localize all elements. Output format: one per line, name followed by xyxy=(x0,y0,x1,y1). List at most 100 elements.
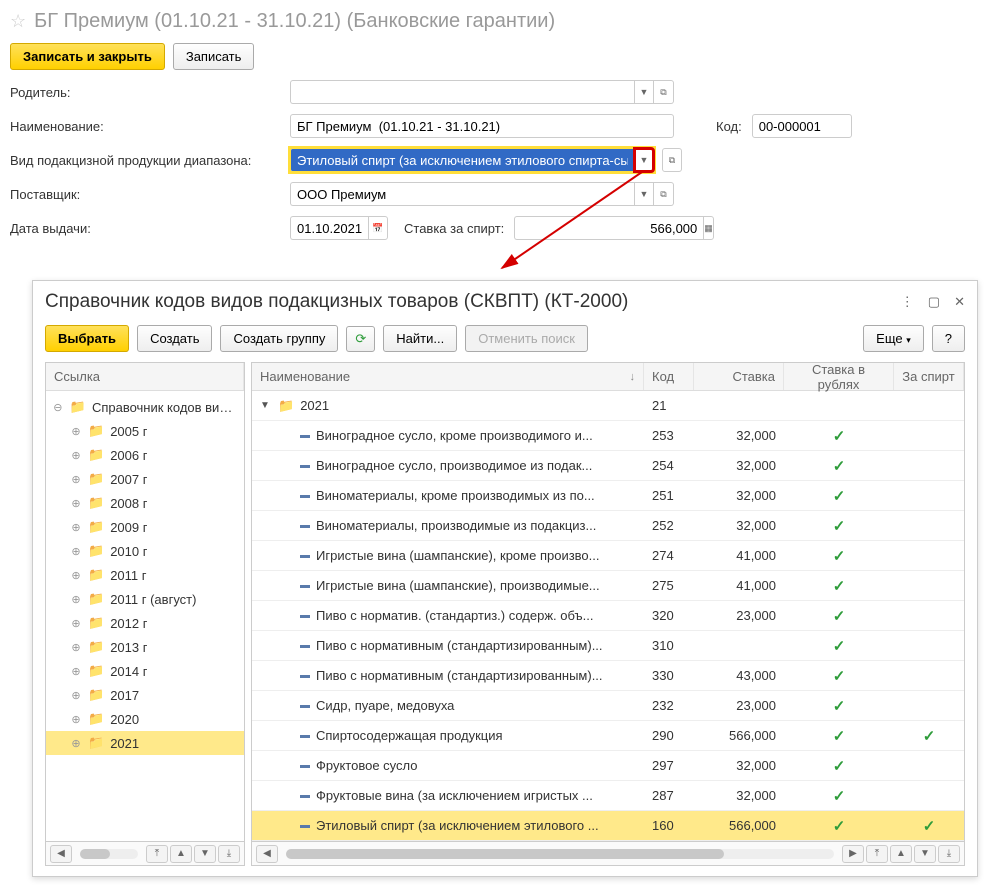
scroll-left-icon[interactable]: ◀ xyxy=(50,845,72,863)
tree-item-year[interactable]: ⊕📁2014 г xyxy=(46,659,244,683)
col-link[interactable]: Ссылка xyxy=(46,363,244,390)
tree-item-year[interactable]: ⊕📁2017 xyxy=(46,683,244,707)
nav-up-icon[interactable]: ▲ xyxy=(890,845,912,863)
check-icon: ✓ xyxy=(833,487,846,505)
expand-icon[interactable]: ⊕ xyxy=(70,497,82,510)
tree-item-year[interactable]: ⊕📁2021 xyxy=(46,731,244,755)
cancel-search-button: Отменить поиск xyxy=(465,325,588,352)
col-code[interactable]: Код xyxy=(644,363,694,390)
help-button[interactable]: ? xyxy=(932,325,965,352)
calc-icon[interactable]: ▦ xyxy=(703,216,714,240)
refresh-icon[interactable]: ⟳ xyxy=(346,326,375,352)
save-close-button[interactable]: Записать и закрыть xyxy=(10,43,165,70)
tree-item-year[interactable]: ⊕📁2009 г xyxy=(46,515,244,539)
grid-row[interactable]: ▬Виноматериалы, производимые из подакциз… xyxy=(252,511,964,541)
expand-icon[interactable]: ⊕ xyxy=(70,713,82,726)
scroll-left-icon[interactable]: ◀ xyxy=(256,845,278,863)
tree-item-year[interactable]: ⊕📁2012 г xyxy=(46,611,244,635)
expand-icon[interactable]: ⊕ xyxy=(70,737,82,750)
save-button[interactable]: Записать xyxy=(173,43,255,70)
expand-icon[interactable]: ⊕ xyxy=(70,425,82,438)
folder-icon: 📁 xyxy=(88,471,104,487)
minimize-icon[interactable]: ▢ xyxy=(928,294,940,310)
expand-icon[interactable]: ⊕ xyxy=(70,641,82,654)
grid-row[interactable]: ▬Пиво с нормативным (стандартизированным… xyxy=(252,661,964,691)
nav-bottom-icon[interactable]: ⤓ xyxy=(218,845,240,863)
expand-icon[interactable]: ⊕ xyxy=(70,593,82,606)
folder-tree[interactable]: ⊖ 📁 Справочник кодов видов ⊕📁2005 г⊕📁200… xyxy=(46,391,244,841)
col-name[interactable]: Наименование↓ xyxy=(252,363,644,390)
nav-bottom-icon[interactable]: ⤓ xyxy=(938,845,960,863)
item-icon: ▬ xyxy=(300,730,310,741)
name-label: Наименование: xyxy=(10,119,290,134)
nav-down-icon[interactable]: ▼ xyxy=(914,845,936,863)
folder-icon: 📁 xyxy=(88,495,104,511)
tree-item-year[interactable]: ⊕📁2007 г xyxy=(46,467,244,491)
grid-row[interactable]: ▬Виноградное сусло, кроме производимого … xyxy=(252,421,964,451)
nav-top-icon[interactable]: ⤒ xyxy=(866,845,888,863)
grid-row[interactable]: ▬Фруктовое сусло29732,000✓ xyxy=(252,751,964,781)
grid-row[interactable]: ▬Игристые вина (шампанские), кроме произ… xyxy=(252,541,964,571)
nav-up-icon[interactable]: ▲ xyxy=(170,845,192,863)
issue-date-input[interactable] xyxy=(290,216,368,240)
code-input[interactable] xyxy=(752,114,852,138)
grid-row[interactable]: ▬Пиво с нормативным (стандартизированным… xyxy=(252,631,964,661)
find-button[interactable]: Найти... xyxy=(383,325,457,352)
grid-row[interactable]: ▬Виноматериалы, кроме производимых из по… xyxy=(252,481,964,511)
open-icon[interactable]: ⧉ xyxy=(654,80,674,104)
grid-row[interactable]: ▬Пиво с норматив. (стандартиз.) содерж. … xyxy=(252,601,964,631)
item-icon: ▬ xyxy=(300,760,310,771)
grid-row[interactable]: ▬Спиртосодержащая продукция290566,000✓✓ xyxy=(252,721,964,751)
grid-group-row[interactable]: ▼📁202121 xyxy=(252,391,964,421)
select-button[interactable]: Выбрать xyxy=(45,325,129,352)
tree-item-year[interactable]: ⊕📁2013 г xyxy=(46,635,244,659)
tree-item-year[interactable]: ⊕📁2005 г xyxy=(46,419,244,443)
expand-icon[interactable]: ⊕ xyxy=(70,521,82,534)
favorite-star-icon[interactable]: ☆ xyxy=(10,11,26,32)
tree-item-year[interactable]: ⊕📁2020 xyxy=(46,707,244,731)
tree-item-year[interactable]: ⊕📁2006 г xyxy=(46,443,244,467)
grid-row[interactable]: ▬Игристые вина (шампанские), производимы… xyxy=(252,571,964,601)
expand-icon[interactable]: ⊕ xyxy=(70,665,82,678)
tree-item-year[interactable]: ⊕📁2008 г xyxy=(46,491,244,515)
open-icon[interactable]: ⧉ xyxy=(662,148,682,172)
create-button[interactable]: Создать xyxy=(137,325,212,352)
col-rate[interactable]: Ставка xyxy=(694,363,784,390)
expand-icon[interactable]: ⊕ xyxy=(70,449,82,462)
dropdown-icon[interactable]: ▼ xyxy=(634,148,654,172)
grid-row[interactable]: ▬Сидр, пуаре, медовуха23223,000✓ xyxy=(252,691,964,721)
create-group-button[interactable]: Создать группу xyxy=(220,325,338,352)
collapse-icon[interactable]: ⊖ xyxy=(52,401,64,414)
expand-icon[interactable]: ⊕ xyxy=(70,689,82,702)
dropdown-icon[interactable]: ▼ xyxy=(634,80,654,104)
folder-icon: 📁 xyxy=(88,663,104,679)
more-menu-icon[interactable]: ⋮ xyxy=(901,294,914,310)
expand-icon[interactable]: ⊕ xyxy=(70,617,82,630)
name-input[interactable] xyxy=(290,114,674,138)
scroll-right-icon[interactable]: ▶ xyxy=(842,845,864,863)
tree-item-year[interactable]: ⊕📁2011 г (август) xyxy=(46,587,244,611)
expand-icon[interactable]: ⊕ xyxy=(70,473,82,486)
expand-icon[interactable]: ⊕ xyxy=(70,545,82,558)
folder-icon: 📁 xyxy=(88,591,104,607)
check-icon: ✓ xyxy=(833,667,846,685)
grid-row[interactable]: ▬Этиловый спирт (за исключением этиловог… xyxy=(252,811,964,841)
collapse-icon[interactable]: ▼ xyxy=(260,400,272,411)
expand-icon[interactable]: ⊕ xyxy=(70,569,82,582)
nav-top-icon[interactable]: ⤒ xyxy=(146,845,168,863)
tree-item-year[interactable]: ⊕📁2011 г xyxy=(46,563,244,587)
nav-down-icon[interactable]: ▼ xyxy=(194,845,216,863)
open-icon[interactable]: ⧉ xyxy=(654,182,674,206)
col-rubles[interactable]: Ставка в рублях xyxy=(784,363,894,390)
calendar-icon[interactable]: 📅 xyxy=(368,216,388,240)
parent-input[interactable] xyxy=(290,80,634,104)
tree-root[interactable]: ⊖ 📁 Справочник кодов видов xyxy=(46,395,244,419)
more-button[interactable]: Еще ▾ xyxy=(863,325,924,352)
close-icon[interactable]: ✕ xyxy=(954,294,965,310)
col-spirit[interactable]: За спирт xyxy=(894,363,964,390)
item-icon: ▬ xyxy=(300,460,310,471)
grid-row[interactable]: ▬Фруктовые вина (за исключением игристых… xyxy=(252,781,964,811)
grid-row[interactable]: ▬Виноградное сусло, производимое из пода… xyxy=(252,451,964,481)
directory-dialog: Справочник кодов видов подакцизных товар… xyxy=(32,280,978,877)
tree-item-year[interactable]: ⊕📁2010 г xyxy=(46,539,244,563)
